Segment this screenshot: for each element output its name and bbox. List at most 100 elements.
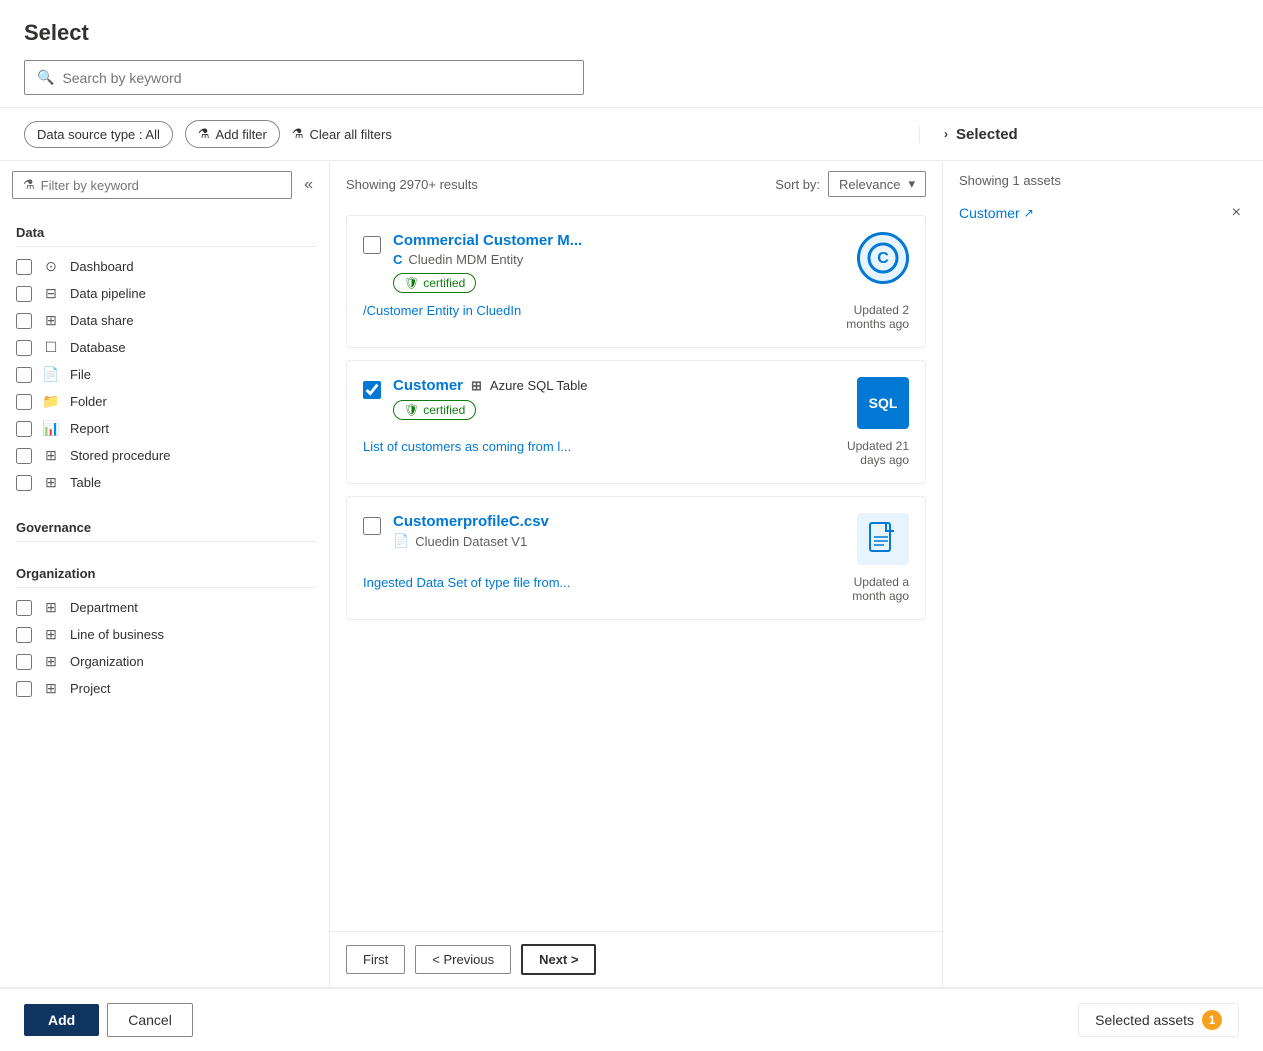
data-share-checkbox[interactable] [16, 313, 32, 329]
selected-customer-link[interactable]: Customer ↗ [959, 205, 1034, 221]
department-icon: ⊞ [42, 599, 60, 616]
project-checkbox[interactable] [16, 681, 32, 697]
sidebar-filter-input[interactable] [41, 178, 281, 193]
asset-3-title[interactable]: CustomerprofileC.csv [393, 513, 845, 530]
sidebar-item-data-pipeline[interactable]: ⊟ Data pipeline [16, 280, 317, 307]
collapse-sidebar-button[interactable]: « [300, 172, 317, 198]
sidebar-item-report[interactable]: 📊 Report [16, 415, 317, 442]
dashboard-checkbox[interactable] [16, 259, 32, 275]
sidebar-item-line-of-business[interactable]: ⊞ Line of business [16, 621, 317, 648]
sort-value: Relevance [839, 177, 900, 192]
sidebar-item-department[interactable]: ⊞ Department [16, 594, 317, 621]
results-area: Showing 2970+ results Sort by: Relevance… [330, 161, 943, 987]
asset-1-title[interactable]: Commercial Customer M... [393, 232, 845, 249]
stored-procedure-label: Stored procedure [70, 448, 170, 463]
results-count: Showing 2970+ results [346, 177, 478, 192]
folder-label: Folder [70, 394, 107, 409]
line-of-business-checkbox[interactable] [16, 627, 32, 643]
cluedin-svg-1: C [867, 242, 899, 274]
add-filter-button[interactable]: ⚗ Add filter [185, 120, 280, 148]
next-page-button[interactable]: Next > [521, 944, 596, 975]
asset-1-checkbox[interactable] [363, 236, 381, 254]
data-source-filter-button[interactable]: Data source type : All [24, 121, 173, 148]
asset-3-subtitle: 📄 Cluedin Dataset V1 [393, 533, 845, 549]
table-checkbox[interactable] [16, 475, 32, 491]
asset-1-updated: Updated 2months ago [846, 303, 909, 331]
asset-2-type: Azure SQL Table [490, 378, 588, 393]
report-checkbox[interactable] [16, 421, 32, 437]
asset-1-logo: C [857, 232, 909, 284]
data-pipeline-checkbox[interactable] [16, 286, 32, 302]
toolbar: Data source type : All ⚗ Add filter ⚗ Cl… [0, 108, 1263, 161]
first-page-button[interactable]: First [346, 945, 405, 974]
dataset-icon-3: 📄 [393, 533, 409, 549]
asset-2-updated: Updated 21days ago [847, 439, 909, 467]
selected-count-badge: 1 [1202, 1010, 1222, 1030]
dashboard-label: Dashboard [70, 259, 134, 274]
sidebar-filter-input-container: ⚗ [12, 171, 292, 199]
table-icon: ⊞ [42, 474, 60, 491]
line-of-business-label: Line of business [70, 627, 164, 642]
certified-icon-2: 🛡 [404, 403, 419, 417]
sort-dropdown-icon: ▾ [908, 176, 915, 192]
database-checkbox[interactable] [16, 340, 32, 356]
main-content: ⚗ « Data ⊙ Dashboard ⊟ Data pipeline [0, 161, 1263, 987]
stored-procedure-checkbox[interactable] [16, 448, 32, 464]
sort-select[interactable]: Relevance ▾ [828, 171, 926, 197]
sidebar-item-dashboard[interactable]: ⊙ Dashboard [16, 253, 317, 280]
file-svg-3 [868, 521, 898, 557]
sidebar-item-data-share[interactable]: ⊞ Data share [16, 307, 317, 334]
search-input[interactable] [62, 70, 571, 86]
database-label: Database [70, 340, 126, 355]
sidebar-item-file[interactable]: 📄 File [16, 361, 317, 388]
asset-2-logo: SQL [857, 377, 909, 429]
folder-checkbox[interactable] [16, 394, 32, 410]
organization-icon: ⊞ [42, 653, 60, 670]
sidebar-item-database[interactable]: ☐ Database [16, 334, 317, 361]
sidebar-item-stored-procedure[interactable]: ⊞ Stored procedure [16, 442, 317, 469]
file-checkbox[interactable] [16, 367, 32, 383]
selected-item-customer: Customer ↗ × [959, 198, 1247, 228]
asset-3-logo [857, 513, 909, 565]
selected-assets-badge[interactable]: Selected assets 1 [1078, 1003, 1239, 1037]
asset-1-certified-badge: 🛡 certified [393, 273, 476, 293]
organization-label: Organization [70, 654, 144, 669]
search-icon: 🔍 [37, 69, 54, 86]
filter-icon-sidebar: ⚗ [23, 177, 35, 193]
folder-icon: 📁 [42, 393, 60, 410]
sidebar-item-table[interactable]: ⊞ Table [16, 469, 317, 496]
sidebar-item-organization[interactable]: ⊞ Organization [16, 648, 317, 675]
sidebar-item-project[interactable]: ⊞ Project [16, 675, 317, 702]
remove-customer-button[interactable]: × [1226, 202, 1247, 224]
asset-2-checkbox[interactable] [363, 381, 381, 399]
data-pipeline-label: Data pipeline [70, 286, 146, 301]
footer: Add Cancel Selected assets 1 [0, 987, 1263, 1051]
asset-2-path: List of customers as coming from l... [363, 439, 571, 454]
asset-3-checkbox[interactable] [363, 517, 381, 535]
clear-filter-icon: ⚗ [292, 126, 304, 142]
previous-page-button[interactable]: < Previous [415, 945, 511, 974]
dashboard-icon: ⊙ [42, 258, 60, 275]
sidebar-item-folder[interactable]: 📁 Folder [16, 388, 317, 415]
sidebar-section-organization: Organization [16, 558, 317, 588]
search-bar: 🔍 [24, 60, 584, 95]
page-title: Select [24, 20, 1239, 46]
add-button[interactable]: Add [24, 1004, 99, 1036]
sidebar-section-data: Data [16, 217, 317, 247]
project-icon: ⊞ [42, 680, 60, 697]
sidebar-filter-bar: ⚗ « [0, 161, 329, 209]
selected-assets-label: Selected assets [1095, 1012, 1194, 1028]
cancel-button[interactable]: Cancel [107, 1003, 193, 1037]
clear-filters-button[interactable]: ⚗ Clear all filters [292, 126, 392, 142]
sidebar-section-governance: Governance [16, 512, 317, 542]
stored-procedure-icon: ⊞ [42, 447, 60, 464]
department-checkbox[interactable] [16, 600, 32, 616]
asset-2-title[interactable]: Customer ⊞ Azure SQL Table [393, 377, 845, 394]
asset-1-subtitle: C Cluedin MDM Entity [393, 252, 845, 267]
organization-checkbox[interactable] [16, 654, 32, 670]
table-label: Table [70, 475, 101, 490]
showing-assets-label: Showing 1 assets [959, 173, 1247, 188]
table-icon-inline: ⊞ [471, 378, 482, 394]
cluedin-icon-1: C [393, 252, 402, 267]
asset-1-path: /Customer Entity in CluedIn [363, 303, 521, 318]
